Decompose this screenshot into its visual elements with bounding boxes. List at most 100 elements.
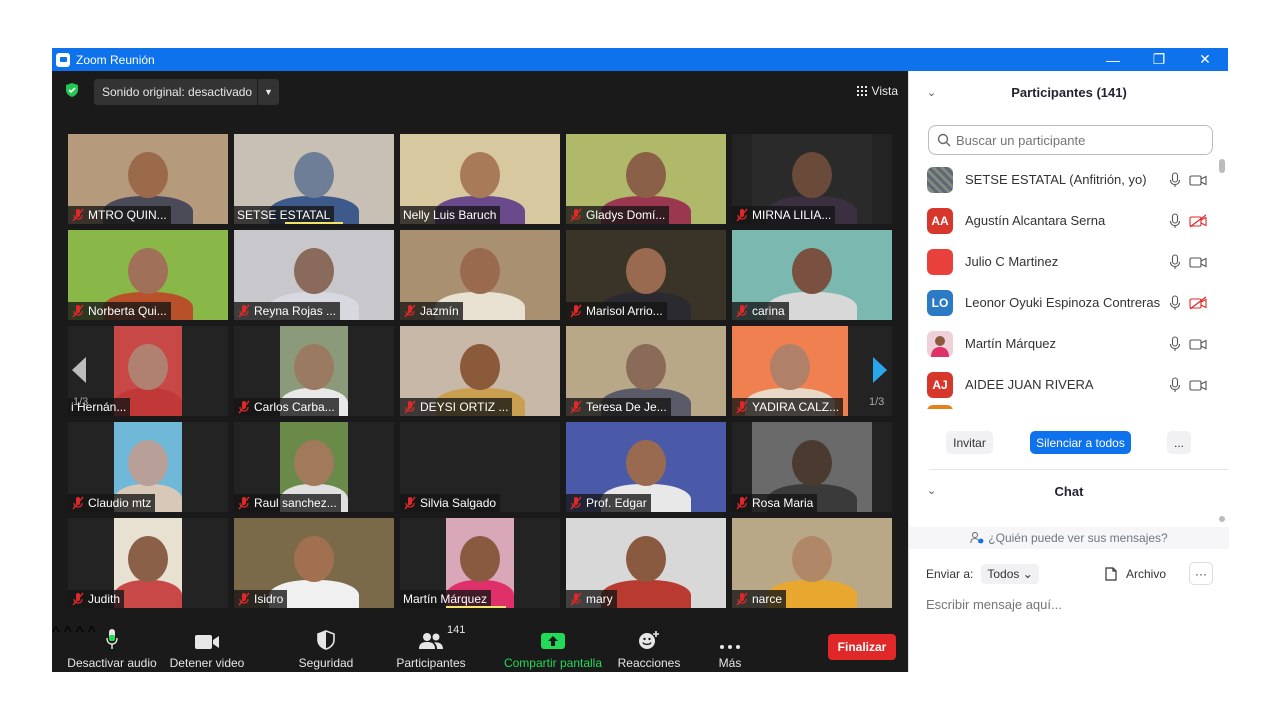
- original-sound-label: Sonido original: desactivado: [102, 85, 253, 99]
- participant-row[interactable]: SETSE ESTATAL (Anfitrión, yo): [927, 159, 1217, 200]
- video-tile[interactable]: Nelly Luis Baruch: [400, 134, 560, 224]
- video-tile[interactable]: narce: [732, 518, 892, 608]
- avatar: AJ: [927, 371, 953, 398]
- more-button[interactable]: Más: [702, 624, 758, 672]
- participant-search-box[interactable]: [928, 125, 1213, 155]
- video-tile[interactable]: Reyna Rojas ...: [234, 230, 394, 320]
- file-icon: [1105, 567, 1117, 581]
- participant-list-scrollbar[interactable]: [1219, 159, 1225, 409]
- video-tile[interactable]: DEYSI ORTIZ ...: [400, 326, 560, 416]
- chat-more-button[interactable]: ···: [1189, 562, 1213, 585]
- video-tile[interactable]: mary: [566, 518, 726, 608]
- microphone-icon[interactable]: [1169, 171, 1181, 188]
- video-tile[interactable]: Gladys Domí...: [566, 134, 726, 224]
- close-button[interactable]: ✕: [1182, 48, 1228, 71]
- chat-scrollbar[interactable]: [1219, 516, 1225, 522]
- video-tile[interactable]: i Hernán...: [68, 326, 228, 416]
- send-to-chevron-icon: ⌄: [1022, 567, 1033, 581]
- video-tile[interactable]: Silvia Salgado: [400, 422, 560, 512]
- file-button[interactable]: Archivo: [1105, 564, 1166, 584]
- video-camera-icon[interactable]: [1189, 173, 1207, 187]
- participant-row[interactable]: LO Leonor Oyuki Espinoza Contreras: [927, 282, 1217, 323]
- participant-name-label: carina: [732, 302, 789, 320]
- video-tile[interactable]: Norberta Qui...: [68, 230, 228, 320]
- participant-name: Silvia Salgado: [420, 496, 497, 510]
- reactions-button[interactable]: Reacciones: [612, 624, 686, 672]
- send-to-dropdown[interactable]: Todos ⌄: [981, 564, 1039, 584]
- participant-row[interactable]: AA Agustín Alcantara Serna: [927, 200, 1217, 241]
- audio-options-caret[interactable]: ^: [52, 624, 60, 641]
- participant-name: YADIRA CALZ...: [752, 400, 840, 414]
- share-screen-button[interactable]: Compartir pantalla: [500, 624, 606, 672]
- next-page-arrow-icon[interactable]: [871, 356, 889, 384]
- video-off-icon[interactable]: [1189, 213, 1207, 228]
- muted-mic-icon: [570, 304, 582, 318]
- invite-button[interactable]: Invitar: [946, 431, 993, 454]
- participant-row[interactable]: Julio C Martinez: [927, 241, 1217, 282]
- original-sound-dropdown-icon[interactable]: ▼: [258, 87, 279, 97]
- security-button[interactable]: Seguridad: [288, 624, 364, 672]
- video-tile[interactable]: Raul sanchez...: [234, 422, 394, 512]
- video-tile[interactable]: YADIRA CALZ...: [732, 326, 892, 416]
- video-tile[interactable]: Jazmín: [400, 230, 560, 320]
- encryption-shield-icon[interactable]: [64, 82, 80, 98]
- video-tile[interactable]: Claudio mtz: [68, 422, 228, 512]
- view-button[interactable]: Vista: [856, 81, 898, 101]
- participant-name: Nelly Luis Baruch: [403, 208, 497, 222]
- participant-row[interactable]: Martín Márquez: [927, 323, 1217, 364]
- grid-view-icon: [856, 86, 867, 96]
- participant-name: Rosa Maria: [752, 496, 814, 510]
- video-off-icon[interactable]: [1189, 295, 1207, 310]
- video-camera-icon[interactable]: [1189, 337, 1207, 351]
- participant-row[interactable]: AJ AIDEE JUAN RIVERA: [927, 364, 1217, 405]
- video-camera-icon[interactable]: [1189, 255, 1207, 269]
- video-tile[interactable]: Martín Márquez: [400, 518, 560, 608]
- microphone-icon[interactable]: [1169, 335, 1181, 352]
- microphone-icon[interactable]: [1169, 376, 1181, 393]
- participant-name-label: Teresa De Je...: [566, 398, 671, 416]
- participants-more-button[interactable]: ...: [1167, 431, 1191, 454]
- video-tile[interactable]: MIRNA LILIA...: [732, 134, 892, 224]
- original-sound-button[interactable]: Sonido original: desactivado ▼: [94, 79, 279, 105]
- participant-list-scroll-thumb[interactable]: [1219, 159, 1225, 173]
- video-tile[interactable]: carina: [732, 230, 892, 320]
- video-tile[interactable]: Carlos Carba...: [234, 326, 394, 416]
- panel-divider: [929, 469, 1229, 470]
- microphone-icon[interactable]: [1169, 212, 1181, 229]
- file-label: Archivo: [1126, 567, 1167, 581]
- video-tile[interactable]: MTRO QUIN...: [68, 134, 228, 224]
- participant-name: Martín Márquez: [965, 336, 1057, 351]
- minimize-button[interactable]: —: [1090, 48, 1136, 71]
- chat-message-input[interactable]: [926, 594, 1216, 614]
- more-label: Más: [718, 656, 742, 670]
- send-to-value: Todos: [987, 567, 1020, 581]
- reactions-label: Reacciones: [617, 656, 681, 670]
- restore-button[interactable]: ❐: [1136, 48, 1182, 71]
- video-tile[interactable]: Rosa Maria: [732, 422, 892, 512]
- video-tile[interactable]: Judith: [68, 518, 228, 608]
- video-tile[interactable]: Isidro: [234, 518, 394, 608]
- participant-name-label: Claudio mtz: [68, 494, 156, 512]
- prev-page-arrow-icon[interactable]: [70, 356, 88, 384]
- reactions-emoji-icon: [639, 631, 659, 649]
- video-tile[interactable]: Marisol Arrio...: [566, 230, 726, 320]
- participants-count: 141: [447, 624, 466, 636]
- mute-audio-button[interactable]: Desactivar audio: [60, 624, 164, 672]
- participant-search-input[interactable]: [956, 132, 1206, 148]
- microphone-icon[interactable]: [1169, 294, 1181, 311]
- video-tile[interactable]: Teresa De Je...: [566, 326, 726, 416]
- muted-mic-icon: [736, 208, 748, 222]
- who-can-see-link[interactable]: ¿Quién puede ver sus mensajes?: [909, 527, 1229, 549]
- microphone-icon[interactable]: [1169, 253, 1181, 270]
- security-shield-icon: [317, 630, 335, 650]
- zoom-window: Zoom Reunión — ❐ ✕ Sonido original: desa…: [52, 48, 1229, 672]
- video-tile[interactable]: SETSE ESTATAL: [234, 134, 394, 224]
- stop-video-button[interactable]: Detener video: [164, 624, 250, 672]
- end-meeting-button[interactable]: Finalizar: [828, 634, 896, 660]
- window-title: Zoom Reunión: [76, 52, 155, 67]
- participant-name-label: Gladys Domí...: [566, 206, 670, 224]
- video-tile[interactable]: Prof. Edgar: [566, 422, 726, 512]
- video-camera-icon[interactable]: [1189, 378, 1207, 392]
- participant-name: Norberta Qui...: [88, 304, 167, 318]
- mute-all-button[interactable]: Silenciar a todos: [1030, 431, 1131, 454]
